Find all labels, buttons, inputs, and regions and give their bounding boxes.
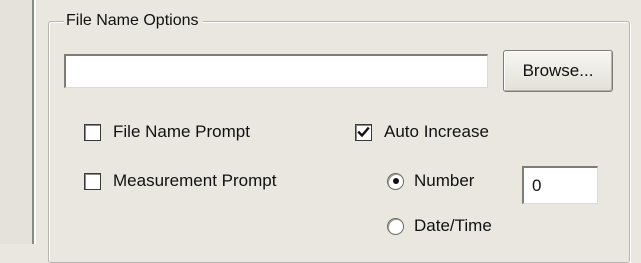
left-panel-edge <box>0 0 32 244</box>
auto-increase-label: Auto Increase <box>384 122 489 141</box>
radio-selected-dot-icon <box>392 178 399 184</box>
file-name-prompt-label: File Name Prompt <box>113 122 250 141</box>
group-title: File Name Options <box>64 10 203 32</box>
auto-increase-option[interactable]: Auto Increase <box>355 121 489 143</box>
auto-increase-checkbox[interactable] <box>355 123 372 141</box>
measurement-prompt-label: Measurement Prompt <box>113 171 277 190</box>
measurement-prompt-checkbox[interactable] <box>84 172 101 190</box>
number-label: Number <box>414 171 475 190</box>
file-name-prompt-option[interactable]: File Name Prompt <box>84 121 250 143</box>
panel-divider-highlight <box>34 0 36 244</box>
number-input[interactable] <box>522 166 598 204</box>
datetime-option[interactable]: Date/Time <box>387 215 492 237</box>
file-name-prompt-checkbox[interactable] <box>84 123 101 141</box>
number-option[interactable]: Number <box>387 170 474 192</box>
datetime-radio[interactable] <box>387 217 404 235</box>
number-radio[interactable] <box>387 172 404 190</box>
datetime-label: Date/Time <box>414 216 492 235</box>
checkmark-icon <box>357 126 370 137</box>
measurement-prompt-option[interactable]: Measurement Prompt <box>84 170 276 192</box>
browse-button[interactable]: Browse... <box>503 50 613 92</box>
file-path-input[interactable] <box>64 54 488 88</box>
